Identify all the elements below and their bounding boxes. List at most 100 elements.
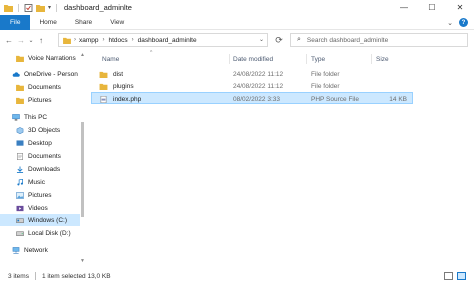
nav-item-label: Local Disk (D:) xyxy=(28,229,71,237)
title-bar: ▾ dashboard_adminlte — ☐ ✕ xyxy=(0,0,474,15)
up-button[interactable]: ↑ xyxy=(35,33,47,47)
minimize-button[interactable]: — xyxy=(390,0,418,15)
file-name: dist xyxy=(113,70,124,78)
nav-item-music[interactable]: Music xyxy=(16,176,86,188)
file-row-plugins[interactable]: plugins 24/08/2022 11:12 File folder xyxy=(91,80,413,92)
nav-item-desktop[interactable]: Desktop xyxy=(16,137,86,149)
tab-view[interactable]: View xyxy=(101,15,133,30)
search-placeholder: Search dashboard_adminlte xyxy=(306,36,389,44)
computer-icon xyxy=(12,113,20,121)
column-header-label: Type xyxy=(311,55,326,63)
forward-button[interactable]: → xyxy=(15,33,27,47)
column-header-date-modified[interactable]: Date modified xyxy=(233,53,309,65)
window-title: dashboard_adminlte xyxy=(64,3,132,12)
folder-icon xyxy=(16,55,24,62)
address-dropdown-icon[interactable]: ⌄ xyxy=(259,36,264,43)
nav-item-videos[interactable]: Videos xyxy=(16,202,86,214)
nav-item-onedrive[interactable]: OneDrive - Person xyxy=(12,68,86,80)
drive-icon xyxy=(16,217,24,223)
tab-share[interactable]: Share xyxy=(66,15,101,30)
file-date: 08/02/2022 3:33 xyxy=(233,95,280,103)
file-row-dist[interactable]: dist 24/08/2022 11:12 File folder xyxy=(91,68,413,80)
column-divider[interactable] xyxy=(306,54,307,64)
address-bar[interactable]: › xampp › htdocs › dashboard_adminlte ⌄ xyxy=(58,33,268,47)
breadcrumb-xampp[interactable]: xampp xyxy=(79,37,99,44)
nav-item-label: Windows (C:) xyxy=(28,216,68,224)
expand-ribbon-icon[interactable]: ⌄ xyxy=(447,19,453,27)
nav-item-downloads[interactable]: Downloads xyxy=(16,163,86,175)
navigation-scrollbar[interactable]: ▲ ▼ xyxy=(80,52,85,264)
column-divider[interactable] xyxy=(371,54,372,64)
file-name-cell: dist xyxy=(99,68,123,80)
file-date: 24/08/2022 11:12 xyxy=(233,70,284,78)
breadcrumb-separator[interactable]: › xyxy=(132,37,134,43)
properties-icon[interactable] xyxy=(24,3,33,12)
download-icon xyxy=(16,165,24,173)
large-icons-view-icon[interactable] xyxy=(457,272,466,280)
sort-ascending-icon: ^ xyxy=(150,50,153,56)
nav-item-label: Documents xyxy=(28,152,61,160)
network-icon xyxy=(12,246,20,254)
search-icon: ⌕ xyxy=(297,36,301,43)
scroll-down-icon[interactable]: ▼ xyxy=(80,258,85,264)
ribbon-right-controls: ⌄ ? xyxy=(447,15,468,30)
nav-item-label: Documents xyxy=(28,83,61,91)
search-input[interactable]: ⌕ Search dashboard_adminlte xyxy=(290,33,468,47)
view-toggle xyxy=(444,272,466,280)
help-icon[interactable]: ? xyxy=(459,18,468,27)
file-type: File folder xyxy=(311,82,340,90)
status-bar: 3 items 1 item selected 13,0 KB xyxy=(0,268,474,284)
nav-item-label: Pictures xyxy=(28,96,52,104)
file-type: PHP Source File xyxy=(311,95,359,103)
nav-item-onedrive-pictures[interactable]: Pictures xyxy=(16,94,86,106)
column-divider[interactable] xyxy=(229,54,230,64)
column-header-label: Name xyxy=(102,55,120,63)
details-view-icon[interactable] xyxy=(444,272,453,280)
nav-item-documents[interactable]: Documents xyxy=(16,150,86,162)
column-header-size[interactable]: Size xyxy=(376,53,410,65)
file-row-index-php[interactable]: index.php 08/02/2022 3:33 PHP Source Fil… xyxy=(91,92,413,104)
scroll-up-icon[interactable]: ▲ xyxy=(80,52,85,58)
new-folder-icon[interactable] xyxy=(36,4,45,12)
column-header-label: Date modified xyxy=(233,55,274,63)
nav-item-label: Pictures xyxy=(28,191,52,199)
back-button[interactable]: ← xyxy=(3,33,15,47)
maximize-button[interactable]: ☐ xyxy=(418,0,446,15)
status-selection: 1 item selected 13,0 KB xyxy=(41,272,111,280)
documents-icon xyxy=(17,152,23,160)
nav-item-label: OneDrive - Person xyxy=(24,70,78,78)
window-controls: — ☐ ✕ xyxy=(390,0,474,15)
toolbar-divider xyxy=(56,3,58,12)
customize-toolbar-icon[interactable]: ▾ xyxy=(48,4,51,11)
scrollbar-thumb[interactable] xyxy=(81,122,84,217)
drive-icon xyxy=(16,230,24,236)
column-header-label: Size xyxy=(376,55,389,63)
recent-locations-button[interactable]: ⌄ xyxy=(27,33,35,47)
nav-item-this-pc[interactable]: This PC xyxy=(12,111,86,123)
folder-icon[interactable] xyxy=(4,4,13,12)
tab-home[interactable]: Home xyxy=(30,15,65,30)
folder-icon xyxy=(63,37,71,44)
nav-item-label: Downloads xyxy=(28,165,61,173)
refresh-button[interactable]: ⟳ xyxy=(272,33,286,47)
nav-item-local-disk-d[interactable]: Local Disk (D:) xyxy=(16,227,86,239)
nav-item-windows-c[interactable]: Windows (C:) xyxy=(0,214,80,226)
column-header-name[interactable]: Name xyxy=(102,53,222,65)
nav-item-pictures[interactable]: Pictures xyxy=(16,189,86,201)
nav-item-label: Desktop xyxy=(28,139,52,147)
close-button[interactable]: ✕ xyxy=(446,0,474,15)
music-icon xyxy=(17,178,23,185)
file-list: Name ^ Date modified Type Size dist 24/0… xyxy=(88,50,474,268)
breadcrumb-separator[interactable]: › xyxy=(103,37,105,43)
nav-item-onedrive-documents[interactable]: Documents xyxy=(16,81,86,93)
nav-item-label: Videos xyxy=(28,204,48,212)
nav-item-network[interactable]: Network xyxy=(12,244,86,256)
breadcrumb-dashboard-adminlte[interactable]: dashboard_adminlte xyxy=(138,37,197,44)
pictures-icon xyxy=(16,191,24,199)
breadcrumb-htdocs[interactable]: htdocs xyxy=(109,37,128,44)
tab-file[interactable]: File xyxy=(0,14,31,30)
nav-item-label: 3D Objects xyxy=(28,126,61,134)
file-name-cell: plugins xyxy=(99,80,134,92)
nav-item-voice-narrations[interactable]: Voice Narrations xyxy=(16,52,86,64)
nav-item-3d-objects[interactable]: 3D Objects xyxy=(16,124,86,136)
